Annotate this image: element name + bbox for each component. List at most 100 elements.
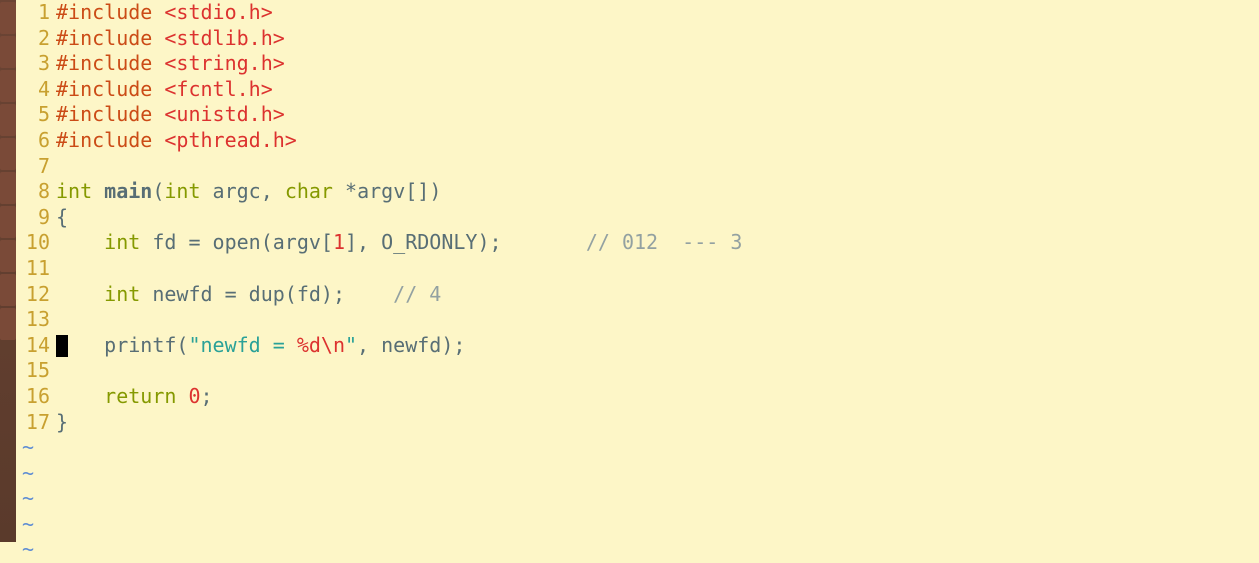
code-line[interactable]: 2#include <stdlib.h> <box>16 26 1259 52</box>
code-content[interactable]: int main(int argc, char *argv[]) <box>56 179 441 205</box>
code-content[interactable]: int newfd = dup(fd); // 4 <box>56 282 441 308</box>
launcher-bar <box>0 0 16 542</box>
code-line[interactable]: 10 int fd = open(argv[1], O_RDONLY); // … <box>16 230 1259 256</box>
code-editor[interactable]: 1#include <stdio.h>2#include <stdlib.h>3… <box>16 0 1259 542</box>
line-number: 10 <box>16 230 56 256</box>
code-content[interactable]: } <box>56 410 68 436</box>
token-ident: printf( <box>56 333 188 357</box>
token-ident: *argv[]) <box>333 179 441 203</box>
token-num: 1 <box>333 230 345 254</box>
line-number: 9 <box>16 205 56 231</box>
code-content[interactable]: #include <fcntl.h> <box>56 77 273 103</box>
code-content[interactable]: #include <string.h> <box>56 51 285 77</box>
launcher-item[interactable] <box>0 70 16 102</box>
code-line[interactable]: 5#include <unistd.h> <box>16 102 1259 128</box>
line-number: 15 <box>16 358 56 384</box>
token-kw: int <box>104 230 140 254</box>
launcher-item[interactable] <box>0 2 16 34</box>
token-str: "newfd = <box>188 333 296 357</box>
token-ident <box>56 230 104 254</box>
line-number: 16 <box>16 384 56 410</box>
tilde-icon: ~ <box>16 461 34 487</box>
token-pp: #include <box>56 128 164 152</box>
code-line[interactable]: 16 return 0; <box>16 384 1259 410</box>
token-ident <box>56 384 104 408</box>
token-cm: // 012 --- 3 <box>586 230 743 254</box>
empty-line: ~ <box>16 461 1259 487</box>
line-number: 11 <box>16 256 56 282</box>
token-str: " <box>345 333 357 357</box>
token-kw: int <box>104 282 140 306</box>
token-kw: return <box>104 384 176 408</box>
line-number: 12 <box>16 282 56 308</box>
token-ident: ; <box>201 384 213 408</box>
launcher-item[interactable] <box>0 138 16 170</box>
token-ident <box>56 282 104 306</box>
token-ident: { <box>56 205 68 229</box>
token-ident <box>176 384 188 408</box>
code-line[interactable]: 9{ <box>16 205 1259 231</box>
line-number: 14 <box>16 333 56 359</box>
code-line[interactable]: 11 <box>16 256 1259 282</box>
code-line[interactable]: 3#include <string.h> <box>16 51 1259 77</box>
code-content[interactable]: printf("newfd = %d\n", newfd); <box>56 333 465 359</box>
tilde-icon: ~ <box>16 486 34 512</box>
code-content[interactable]: #include <pthread.h> <box>56 128 297 154</box>
token-pp: #include <box>56 51 164 75</box>
token-ident: newfd = dup(fd); <box>140 282 393 306</box>
token-cm: // 4 <box>393 282 441 306</box>
launcher-item[interactable] <box>0 274 16 306</box>
code-line[interactable]: 12 int newfd = dup(fd); // 4 <box>16 282 1259 308</box>
line-number: 3 <box>16 51 56 77</box>
launcher-item[interactable] <box>0 308 16 340</box>
code-content[interactable]: return 0; <box>56 384 213 410</box>
launcher-item[interactable] <box>0 36 16 68</box>
token-pp: #include <box>56 102 164 126</box>
line-number: 6 <box>16 128 56 154</box>
line-number: 8 <box>16 179 56 205</box>
code-line[interactable]: 1#include <stdio.h> <box>16 0 1259 26</box>
line-number: 4 <box>16 77 56 103</box>
code-content[interactable]: #include <stdlib.h> <box>56 26 285 52</box>
line-number: 5 <box>16 102 56 128</box>
token-inc: <stdlib.h> <box>164 26 284 50</box>
line-number: 1 <box>16 0 56 26</box>
code-line[interactable]: 17} <box>16 410 1259 436</box>
code-line[interactable]: 7 <box>16 154 1259 180</box>
token-num: 0 <box>188 384 200 408</box>
code-line[interactable]: 6#include <pthread.h> <box>16 128 1259 154</box>
line-number: 13 <box>16 307 56 333</box>
line-number: 2 <box>16 26 56 52</box>
token-pp: #include <box>56 77 164 101</box>
token-inc: <stdio.h> <box>164 0 272 24</box>
code-line[interactable]: 8int main(int argc, char *argv[]) <box>16 179 1259 205</box>
code-line[interactable]: 4#include <fcntl.h> <box>16 77 1259 103</box>
launcher-item[interactable] <box>0 104 16 136</box>
launcher-item[interactable] <box>0 206 16 238</box>
code-line[interactable]: 15 <box>16 358 1259 384</box>
token-ident: ( <box>152 179 164 203</box>
token-kw: char <box>285 179 333 203</box>
empty-line: ~ <box>16 435 1259 461</box>
token-ident <box>92 179 104 203</box>
tilde-icon: ~ <box>16 435 34 461</box>
code-content[interactable]: int fd = open(argv[1], O_RDONLY); // 012… <box>56 230 742 256</box>
token-ident: ], O_RDONLY); <box>345 230 586 254</box>
token-inc: <unistd.h> <box>164 102 284 126</box>
token-kw: int <box>56 179 92 203</box>
tilde-icon: ~ <box>16 537 34 563</box>
token-ident: , newfd); <box>357 333 465 357</box>
empty-line: ~ <box>16 537 1259 563</box>
token-ident: } <box>56 410 68 434</box>
launcher-item[interactable] <box>0 172 16 204</box>
code-content[interactable]: { <box>56 205 68 231</box>
token-strfmt: %d\n <box>297 333 345 357</box>
launcher-item[interactable] <box>0 240 16 272</box>
token-inc: <pthread.h> <box>164 128 296 152</box>
code-line[interactable]: 14 printf("newfd = %d\n", newfd); <box>16 333 1259 359</box>
code-content[interactable]: #include <unistd.h> <box>56 102 285 128</box>
empty-line: ~ <box>16 486 1259 512</box>
code-content[interactable]: #include <stdio.h> <box>56 0 273 26</box>
code-line[interactable]: 13 <box>16 307 1259 333</box>
token-mainfn: main <box>104 179 152 203</box>
